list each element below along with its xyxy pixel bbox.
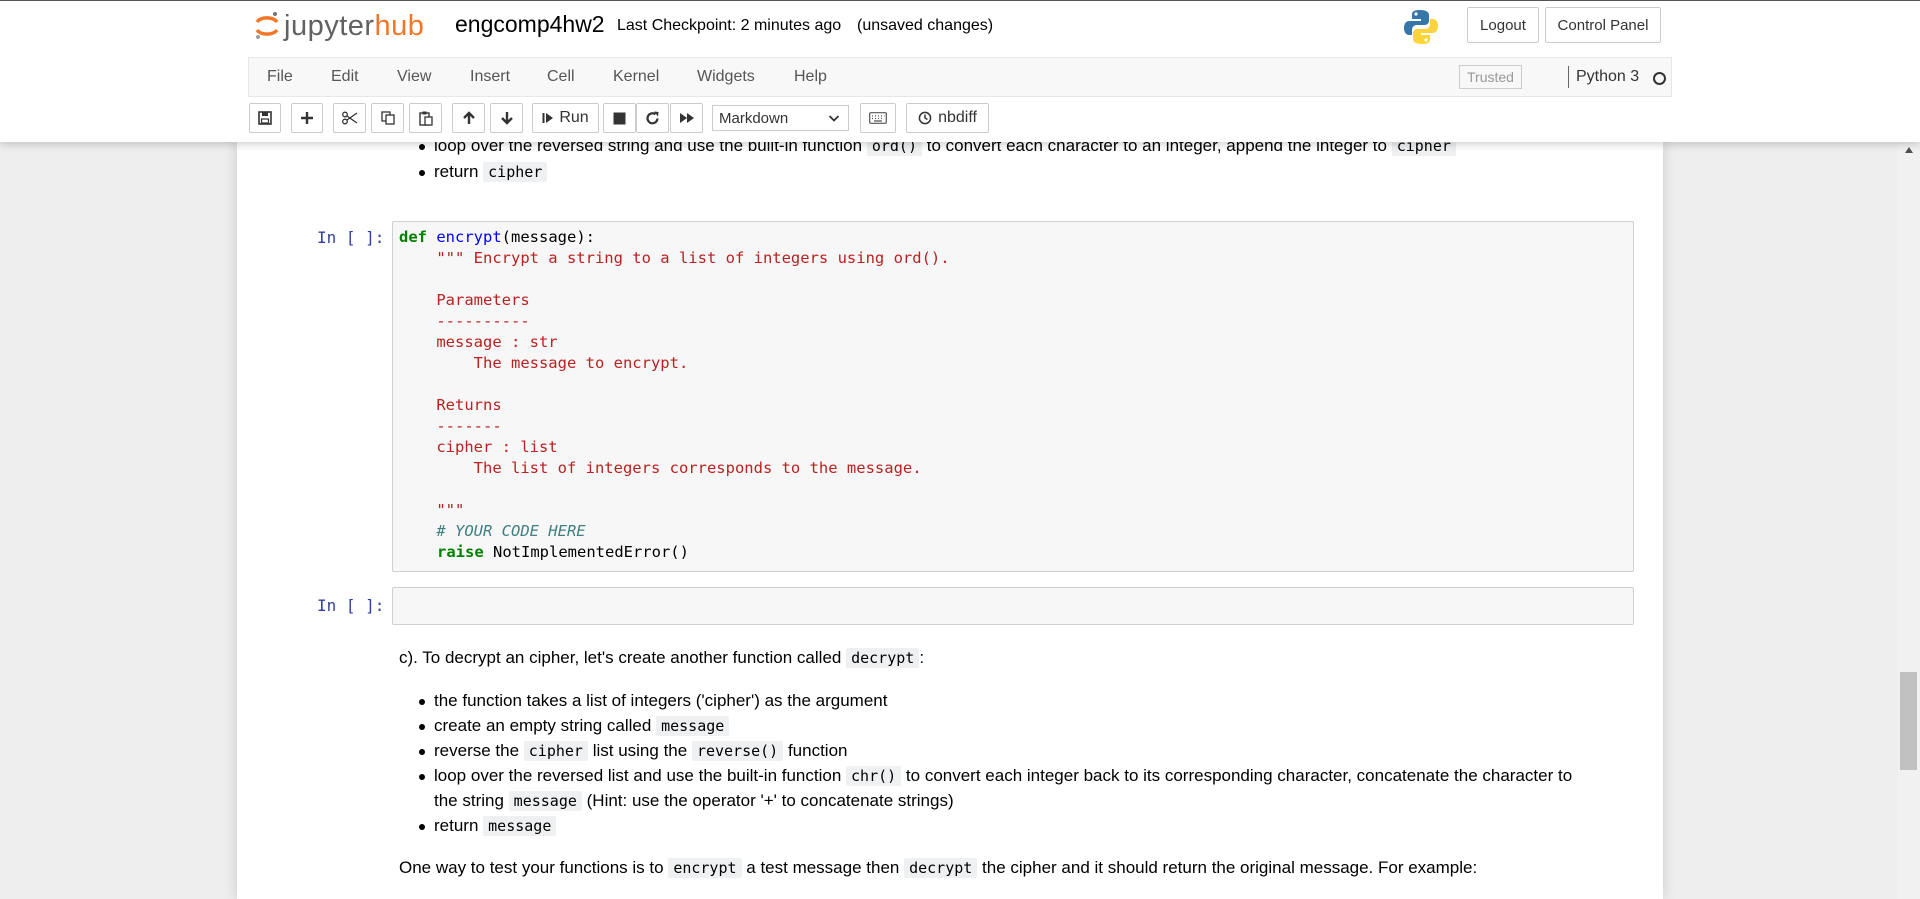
jupyter-logo-icon bbox=[255, 12, 279, 39]
list-item: reverse the cipher list using the revers… bbox=[419, 741, 848, 761]
menu-insert[interactable]: Insert bbox=[470, 68, 510, 86]
menu-file[interactable]: File bbox=[267, 68, 293, 86]
clock-icon bbox=[918, 111, 932, 125]
nbdiff-button[interactable]: nbdiff bbox=[906, 103, 989, 133]
code-line: The list of integers corresponds to the … bbox=[399, 459, 922, 477]
code-line: raise NotImplementedError() bbox=[437, 543, 689, 561]
code-line: cipher : list bbox=[399, 438, 558, 456]
kernel-idle-icon bbox=[1653, 72, 1666, 85]
floppy-icon bbox=[258, 111, 272, 125]
scissors-icon bbox=[341, 111, 357, 125]
step-forward-icon bbox=[542, 113, 554, 123]
cell-prompt: In [ ]: bbox=[317, 596, 385, 615]
menubar: File Edit View Insert Cell Kernel Widget… bbox=[248, 57, 1672, 97]
stop-icon bbox=[613, 112, 626, 124]
code-line: """ Encrypt a string to a list of intege… bbox=[399, 249, 950, 267]
logout-button[interactable]: Logout bbox=[1467, 7, 1539, 43]
chevron-down-icon bbox=[828, 115, 840, 122]
cell-type-value: Markdown bbox=[719, 109, 789, 127]
list-item: return message bbox=[418, 815, 557, 837]
notebook-container: loop over the reversed string and use th… bbox=[237, 141, 1663, 899]
run-button[interactable]: Run bbox=[532, 103, 599, 133]
checkpoint-status: Last Checkpoint: 2 minutes ago bbox=[617, 17, 842, 34]
code-line: The message to encrypt. bbox=[399, 354, 689, 372]
python-logo-icon bbox=[1404, 10, 1438, 44]
keyboard-icon bbox=[869, 112, 887, 124]
fast-forward-icon bbox=[679, 113, 694, 123]
jupyterhub-logo[interactable]: jupyterhub bbox=[254, 9, 424, 43]
menu-kernel[interactable]: Kernel bbox=[613, 68, 659, 86]
menu-widgets[interactable]: Widgets bbox=[697, 68, 755, 86]
menu-cell[interactable]: Cell bbox=[547, 68, 575, 86]
header: jupyterhub engcomp4hw2 Last Checkpoint: … bbox=[0, 0, 1920, 142]
nbdiff-label: nbdiff bbox=[938, 109, 977, 126]
code-line: ---------- bbox=[399, 312, 530, 330]
refresh-icon bbox=[646, 111, 659, 124]
cell-type-select[interactable]: Markdown bbox=[712, 105, 849, 131]
menu-help[interactable]: Help bbox=[794, 68, 827, 86]
list-item: loop over the reversed string and use th… bbox=[419, 141, 1456, 157]
kernel-separator bbox=[1568, 66, 1569, 88]
scroll-up-icon[interactable] bbox=[1904, 146, 1914, 154]
insert-cell-button[interactable] bbox=[291, 103, 323, 133]
list-item: return cipher bbox=[418, 161, 548, 183]
code-line: ------- bbox=[399, 417, 502, 435]
code-line: Returns bbox=[399, 396, 502, 414]
arrow-up-icon bbox=[462, 111, 475, 124]
arrow-down-icon bbox=[500, 112, 513, 125]
copy-button[interactable] bbox=[371, 103, 404, 133]
list-item-continuation: the string message (Hint: use the operat… bbox=[434, 791, 954, 811]
list-item: loop over the reversed list and use the … bbox=[418, 766, 1573, 786]
save-button[interactable] bbox=[249, 103, 281, 133]
run-label: Run bbox=[559, 109, 589, 126]
section-c-intro: c). To decrypt an cipher, let's create a… bbox=[399, 648, 925, 668]
command-palette-button[interactable] bbox=[860, 103, 896, 133]
code-line: message : str bbox=[399, 333, 558, 351]
list-item: create an empty string called message bbox=[418, 715, 730, 737]
menu-edit[interactable]: Edit bbox=[331, 68, 359, 86]
clipboard-icon bbox=[418, 111, 433, 126]
kernel-name: Python 3 bbox=[1576, 68, 1640, 85]
code-line: """ bbox=[399, 501, 465, 519]
plus-icon bbox=[301, 112, 313, 124]
vertical-scrollbar[interactable] bbox=[1898, 141, 1920, 899]
trusted-indicator[interactable]: Trusted bbox=[1459, 65, 1522, 89]
code-line: # YOUR CODE HERE bbox=[399, 522, 586, 540]
code-cell-editor[interactable] bbox=[392, 587, 1634, 625]
list-item: the function takes a list of integers ('… bbox=[418, 691, 888, 710]
autosave-status: (unsaved changes) bbox=[857, 17, 994, 34]
code-cell-editor[interactable]: def encrypt(message): """ Encrypt a stri… bbox=[392, 221, 1634, 572]
code-line: Parameters bbox=[399, 291, 530, 309]
paste-button[interactable] bbox=[409, 103, 442, 133]
move-up-button[interactable] bbox=[452, 103, 485, 133]
menu-view[interactable]: View bbox=[397, 68, 431, 86]
code-line: def encrypt(message): bbox=[399, 228, 595, 246]
move-down-button[interactable] bbox=[490, 103, 523, 133]
scrollbar-thumb[interactable] bbox=[1900, 672, 1917, 770]
section-c-closing: One way to test your functions is to enc… bbox=[399, 858, 1478, 878]
cell-prompt: In [ ]: bbox=[317, 228, 385, 247]
interrupt-button[interactable] bbox=[603, 103, 636, 133]
notebook-name[interactable]: engcomp4hw2 bbox=[455, 11, 605, 38]
control-panel-button[interactable]: Control Panel bbox=[1545, 7, 1661, 43]
restart-run-all-button[interactable] bbox=[670, 103, 703, 133]
copy-icon bbox=[380, 111, 395, 125]
cut-button[interactable] bbox=[333, 103, 366, 133]
logo-text: jupyterhub bbox=[284, 10, 425, 42]
restart-button[interactable] bbox=[636, 103, 669, 133]
